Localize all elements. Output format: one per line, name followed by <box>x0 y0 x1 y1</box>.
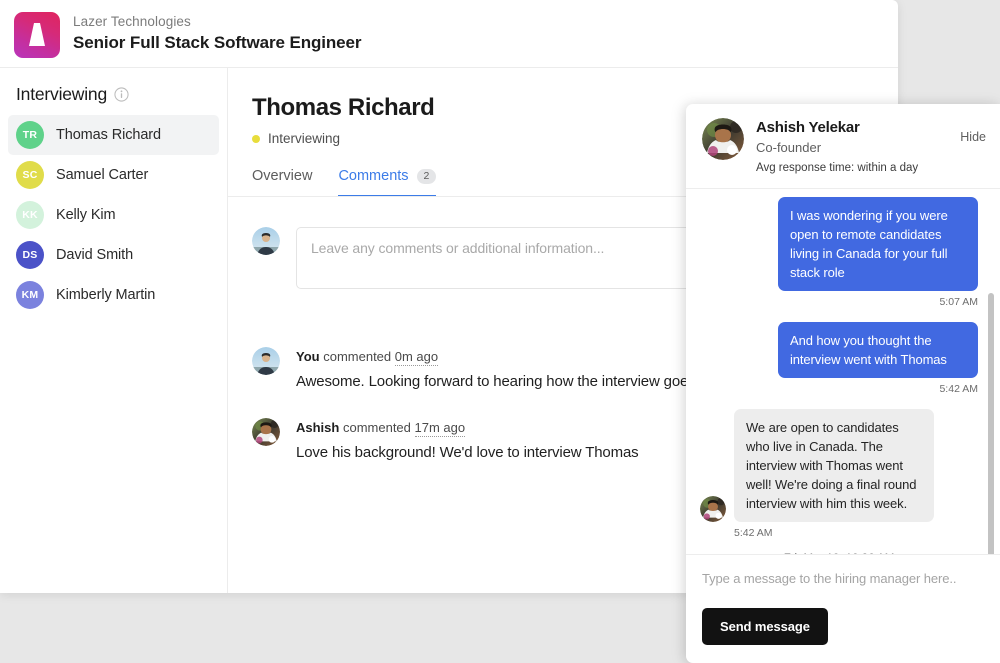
sidebar-item-thomas-richard[interactable]: TR Thomas Richard <box>8 115 219 155</box>
chat-messages: I was wondering if you were open to remo… <box>700 197 978 539</box>
chat-message-time: 5:42 AM <box>700 527 978 539</box>
chat-bubble: We are open to candidates who live in Ca… <box>734 409 934 522</box>
comment-author: Ashish <box>296 420 339 435</box>
page-title: Senior Full Stack Software Engineer <box>73 31 361 54</box>
comment-timestamp: 17m ago <box>415 420 466 437</box>
chat-message-scroll: I was wondering if you were open to remo… <box>686 189 1000 554</box>
avatar: SC <box>16 161 44 189</box>
sidebar-item-kimberly-martin[interactable]: KM Kimberly Martin <box>8 275 219 315</box>
comment-timestamp: 0m ago <box>395 349 438 366</box>
chat-contact-name: Ashish Yelekar <box>756 118 948 137</box>
chat-panel: Ashish Yelekar Co-founder Avg response t… <box>686 104 1000 663</box>
company-name: Lazer Technologies <box>73 12 361 31</box>
avatar: TR <box>16 121 44 149</box>
lazer-triangle-logo-icon <box>14 12 60 58</box>
chat-contact-role: Co-founder <box>756 139 948 157</box>
chat-message-line: I was wondering if you were open to remo… <box>700 197 978 291</box>
app-root: Lazer Technologies Senior Full Stack Sof… <box>0 0 1000 663</box>
ashish-avatar-photo-icon <box>702 118 744 160</box>
status-label: Interviewing <box>268 131 340 146</box>
tab-badge: 2 <box>417 169 437 184</box>
sidebar-item-david-smith[interactable]: DS David Smith <box>8 235 219 275</box>
chat-message-line: We are open to candidates who live in Ca… <box>700 409 978 522</box>
sidebar-item-label: Kelly Kim <box>56 207 116 223</box>
chat-message-input[interactable]: Type a message to the hiring manager her… <box>702 571 984 586</box>
comment-verb: commented <box>343 420 411 435</box>
chat-message-line: And how you thought the interview went w… <box>700 322 978 378</box>
avatar: KK <box>16 201 44 229</box>
chat-header-text: Ashish Yelekar Co-founder Avg response t… <box>756 118 948 176</box>
avatar: DS <box>16 241 44 269</box>
sidebar-item-label: Samuel Carter <box>56 167 148 183</box>
comment-author: You <box>296 349 320 364</box>
chat-message-time: 5:07 AM <box>700 296 978 308</box>
hide-chat-button[interactable]: Hide <box>960 118 986 144</box>
comment-verb: commented <box>323 349 391 364</box>
sidebar-item-label: Kimberly Martin <box>56 287 155 303</box>
chat-footer: Type a message to the hiring manager her… <box>686 554 1000 663</box>
chat-daystamp: Fri, Mar 10, 10:26 AM <box>700 553 978 554</box>
sidebar-item-label: Thomas Richard <box>56 127 161 143</box>
status-dot-icon <box>252 135 260 143</box>
chat-message-out: I was wondering if you were open to remo… <box>700 197 978 308</box>
sidebar-item-label: David Smith <box>56 247 133 263</box>
you-avatar-photo-icon <box>252 227 280 255</box>
sidebar-item-kelly-kim[interactable]: KK Kelly Kim <box>8 195 219 235</box>
chat-message-time: 5:42 AM <box>700 383 978 395</box>
candidate-list: TR Thomas Richard SC Samuel Carter KK Kelly K… <box>0 115 227 315</box>
chat-bubble: I was wondering if you were open to remo… <box>778 197 978 291</box>
header-text-block: Lazer Technologies Senior Full Stack Sof… <box>73 12 361 54</box>
send-message-button[interactable]: Send message <box>702 608 828 645</box>
chat-header: Ashish Yelekar Co-founder Avg response t… <box>686 104 1000 189</box>
ashish-avatar-photo-icon <box>252 418 280 446</box>
chat-message-in: We are open to candidates who live in Ca… <box>700 409 978 539</box>
chat-response-time: Avg response time: within a day <box>756 160 948 176</box>
ashish-avatar-photo-icon <box>700 496 726 522</box>
tab-label: Overview <box>252 168 312 184</box>
chat-scrollbar-thumb[interactable] <box>988 293 994 554</box>
sidebar: Interviewing TR Thomas Richard SC Samuel Ca… <box>0 68 228 593</box>
sidebar-title: Interviewing <box>16 84 107 105</box>
tab-overview[interactable]: Overview <box>252 168 312 197</box>
sidebar-item-samuel-carter[interactable]: SC Samuel Carter <box>8 155 219 195</box>
you-avatar-photo-icon <box>252 347 280 375</box>
tab-label: Comments <box>338 168 408 184</box>
sidebar-header: Interviewing <box>0 84 227 105</box>
info-circle-icon[interactable] <box>114 87 129 102</box>
chat-message-out: And how you thought the interview went w… <box>700 322 978 395</box>
avatar: KM <box>16 281 44 309</box>
app-header: Lazer Technologies Senior Full Stack Sof… <box>0 0 898 68</box>
tab-comments[interactable]: Comments 2 <box>338 168 436 197</box>
chat-bubble: And how you thought the interview went w… <box>778 322 978 378</box>
